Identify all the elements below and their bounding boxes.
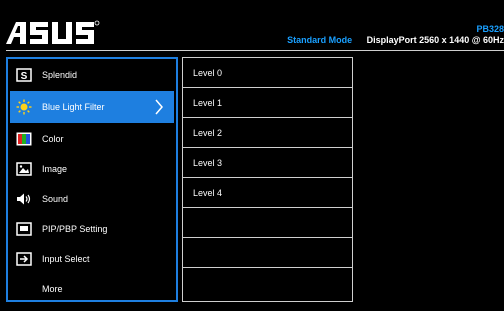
main-menu: S Splendid Blue Light Filter Color Image… — [6, 57, 178, 302]
pip-icon — [16, 222, 32, 236]
osd-window: PB328 Standard Mode DisplayPort 2560 x 1… — [0, 0, 504, 311]
status-line: Standard Mode DisplayPort 2560 x 1440 @ … — [287, 35, 504, 45]
menu-item-label: Color — [42, 134, 64, 144]
image-icon — [16, 162, 32, 176]
chevron-right-icon — [155, 99, 163, 115]
model-name: PB328 — [476, 24, 504, 34]
header-divider — [6, 50, 504, 51]
menu-item-image[interactable]: Image — [10, 155, 174, 183]
sub-option-level-4[interactable]: Level 4 — [183, 178, 352, 208]
menu-item-label: More — [42, 284, 63, 294]
menu-item-label: Blue Light Filter — [42, 102, 105, 112]
sub-option-level-1[interactable]: Level 1 — [183, 88, 352, 118]
menu-item-label: PIP/PBP Setting — [42, 224, 108, 234]
menu-item-blue-light-filter[interactable]: Blue Light Filter — [10, 91, 174, 123]
menu-item-splendid[interactable]: S Splendid — [10, 61, 174, 89]
asus-logo — [4, 18, 100, 46]
splendid-icon: S — [16, 68, 32, 82]
color-icon — [16, 132, 32, 146]
menu-item-color[interactable]: Color — [10, 125, 174, 153]
menu-item-label: Image — [42, 164, 68, 174]
sub-option-empty — [183, 268, 352, 301]
sun-icon — [16, 99, 32, 115]
sub-option-empty — [183, 208, 352, 238]
menu-item-sound[interactable]: Sound — [10, 185, 174, 213]
menu-item-label: Input Select — [42, 254, 90, 264]
mode-label: Standard Mode — [287, 35, 353, 45]
menu-item-input-select[interactable]: Input Select — [10, 245, 174, 273]
menu-item-label: Sound — [42, 194, 69, 204]
speaker-icon — [16, 192, 32, 206]
input-icon — [16, 252, 32, 266]
sub-option-level-3[interactable]: Level 3 — [183, 148, 352, 178]
svg-text:S: S — [21, 71, 28, 82]
menu-item-pip-pbp[interactable]: PIP/PBP Setting — [10, 215, 174, 243]
sub-option-empty — [183, 238, 352, 268]
menu-item-label: Splendid — [42, 70, 78, 80]
sub-option-level-0[interactable]: Level 0 — [183, 58, 352, 88]
sub-menu: Level 0 Level 1 Level 2 Level 3 Level 4 — [182, 57, 353, 302]
menu-item-more[interactable]: More — [10, 275, 174, 303]
sub-option-level-2[interactable]: Level 2 — [183, 118, 352, 148]
signal-info: DisplayPort 2560 x 1440 @ 60Hz — [366, 35, 504, 45]
